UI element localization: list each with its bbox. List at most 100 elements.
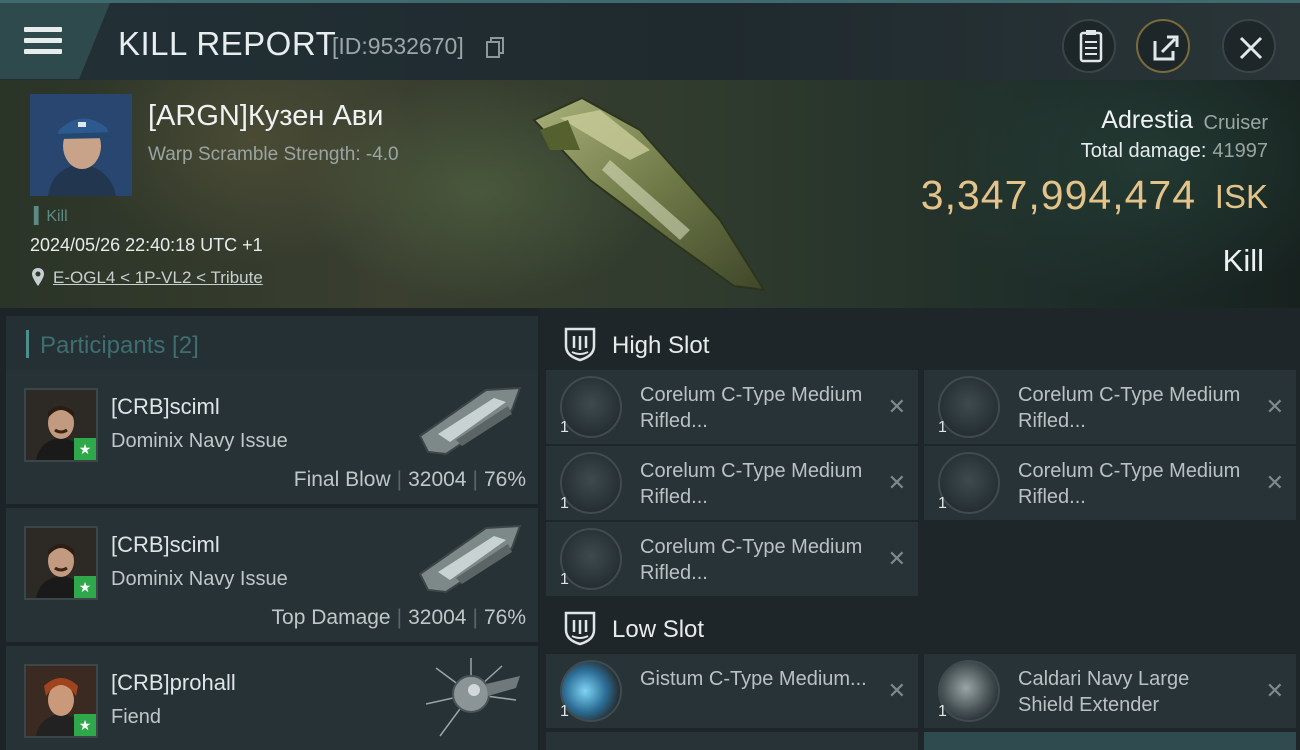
standing-star-icon: ★ (74, 714, 96, 736)
participant-role: Top Damage (271, 606, 391, 629)
high-slot-item[interactable]: 1 Corelum C-Type Medium Rifled... ✕ (546, 522, 918, 596)
high-slot-label: High Slot (612, 332, 710, 359)
share-icon (1153, 35, 1179, 61)
turret-icon (560, 528, 622, 590)
high-slot-item[interactable]: 1 Corelum C-Type Medium Rifled... ✕ (546, 446, 918, 520)
victim-avatar[interactable] (30, 94, 132, 196)
participant-ship: Dominix Navy Issue (111, 568, 288, 590)
clipboard-button[interactable] (1062, 19, 1116, 73)
participant-percent: 76% (483, 606, 526, 629)
x-icon: ✕ (1265, 678, 1284, 703)
page-title: KILL REPORT (118, 25, 337, 62)
item-name: Corelum C-Type Medium Rifled... (640, 460, 863, 508)
clipboard-icon (1079, 30, 1103, 63)
participant-name[interactable]: [CRB]prohall (111, 670, 236, 696)
stat-separator: | (472, 606, 478, 629)
participant-avatar[interactable]: ★ (24, 664, 98, 738)
participant-avatar[interactable]: ★ (24, 388, 98, 462)
x-icon: ✕ (1265, 470, 1284, 495)
total-damage-label: Total damage: (1080, 140, 1207, 162)
item-quantity: 1 (938, 419, 947, 436)
copy-icon[interactable] (486, 37, 504, 59)
participants-title: Participants [2] (40, 332, 199, 359)
kill-result-label: Kill (1222, 243, 1264, 278)
total-damage: Total damage: 41997 (1081, 140, 1268, 163)
item-name: Gistum C-Type Medium... (640, 668, 867, 690)
participant-ship-image (418, 524, 522, 594)
share-button[interactable] (1136, 19, 1190, 73)
victim-name[interactable]: [ARGN]Кузен Ави (148, 100, 383, 133)
high-slot-item[interactable]: 1 Corelum C-Type Medium Rifled... ✕ (924, 370, 1296, 444)
victim-ship-name[interactable]: Adrestia (1101, 106, 1193, 135)
kill-datetime: 2024/05/26 22:40:18 UTC +1 (30, 235, 263, 255)
menu-icon-bar (24, 38, 62, 43)
stat-separator: | (396, 606, 403, 629)
stat-separator: | (396, 468, 403, 491)
participant-ship: Dominix Navy Issue (111, 430, 288, 452)
shield-extender-icon (938, 660, 1000, 722)
low-slot-header: Low Slot (546, 598, 1298, 654)
damage-mod-icon (560, 660, 622, 722)
participant-stats: Final Blow | 32004 | 76% (294, 468, 526, 492)
participant-role: Final Blow (293, 468, 391, 491)
low-slot-label: Low Slot (612, 616, 705, 643)
close-icon (1239, 36, 1263, 60)
slot-shield-icon (564, 611, 596, 646)
x-icon: ✕ (887, 394, 906, 419)
participants-header: Participants [2] (6, 316, 538, 372)
x-icon: ✕ (1265, 394, 1284, 419)
item-name: Caldari Navy Large Shield Extender (1018, 668, 1190, 716)
item-name: Corelum C-Type Medium Rifled... (640, 384, 863, 432)
high-slot-item[interactable]: 1 Corelum C-Type Medium Rifled... ✕ (924, 446, 1296, 520)
top-bar: KILL REPORT [ID:9532670] (0, 0, 1300, 80)
item-name: Corelum C-Type Medium Rifled... (1018, 460, 1241, 508)
participant-damage: 32004 (408, 606, 467, 629)
x-icon: ✕ (887, 470, 906, 495)
participant-ship-image (425, 658, 520, 737)
item-name: Corelum C-Type Medium Rifled... (1018, 384, 1241, 432)
item-quantity: 1 (560, 571, 569, 588)
turret-icon (938, 452, 1000, 514)
participant-avatar[interactable]: ★ (24, 526, 98, 600)
turret-icon (938, 376, 1000, 438)
participant-name[interactable]: [CRB]sciml (111, 532, 220, 558)
low-slot-item-partial[interactable] (546, 732, 918, 750)
close-button[interactable] (1222, 19, 1276, 73)
participant-row[interactable]: ★ [CRB]sciml Dominix Navy Issue Final Bl… (6, 370, 538, 504)
item-name: Corelum C-Type Medium Rifled... (640, 536, 863, 584)
participant-percent: 76% (483, 468, 526, 491)
high-slot-header: High Slot (546, 314, 1298, 370)
participant-name[interactable]: [CRB]sciml (111, 394, 220, 420)
low-slot-item[interactable]: 1 Caldari Navy Large Shield Extender ✕ (924, 654, 1296, 728)
kill-tag: ▍Kill (34, 208, 68, 225)
participant-row[interactable]: ★ [CRB]sciml Dominix Navy Issue Top Dama… (6, 508, 538, 642)
menu-icon (24, 27, 62, 32)
standing-star-icon: ★ (74, 576, 96, 598)
fitting-panel: High Slot 1 Corelum C-Type Medium Rifled… (540, 308, 1300, 750)
turret-icon (560, 452, 622, 514)
menu-button[interactable] (0, 3, 110, 79)
victim-ship-class: Cruiser (1203, 112, 1268, 134)
victim-portrait (30, 94, 132, 196)
low-slot-item-partial[interactable] (924, 732, 1296, 750)
kill-tag-label: Kill (46, 208, 68, 225)
standing-star-icon: ★ (74, 438, 96, 460)
participant-ship-image (418, 386, 522, 456)
participant-ship: Fiend (111, 706, 162, 728)
isk-value: 3,347,994,474 (920, 172, 1196, 218)
location-pin-icon (32, 268, 44, 286)
turret-icon (560, 376, 622, 438)
report-id: [ID:9532670] (332, 33, 464, 59)
isk-unit: ISK (1214, 178, 1268, 215)
participant-row[interactable]: ★ [CRB]prohall Fiend (6, 646, 538, 750)
item-quantity: 1 (938, 703, 947, 720)
x-icon: ✕ (887, 546, 906, 571)
low-slot-item[interactable]: 1 Gistum C-Type Medium... ✕ (546, 654, 918, 728)
high-slot-item[interactable]: 1 Corelum C-Type Medium Rifled... ✕ (546, 370, 918, 444)
location-link[interactable]: E-OGL4 < 1P-VL2 < Tribute (53, 268, 263, 288)
total-damage-value: 41997 (1212, 140, 1268, 162)
stat-separator: | (472, 468, 478, 491)
item-quantity: 1 (560, 419, 569, 436)
participant-damage: 32004 (408, 468, 467, 491)
item-quantity: 1 (938, 495, 947, 512)
